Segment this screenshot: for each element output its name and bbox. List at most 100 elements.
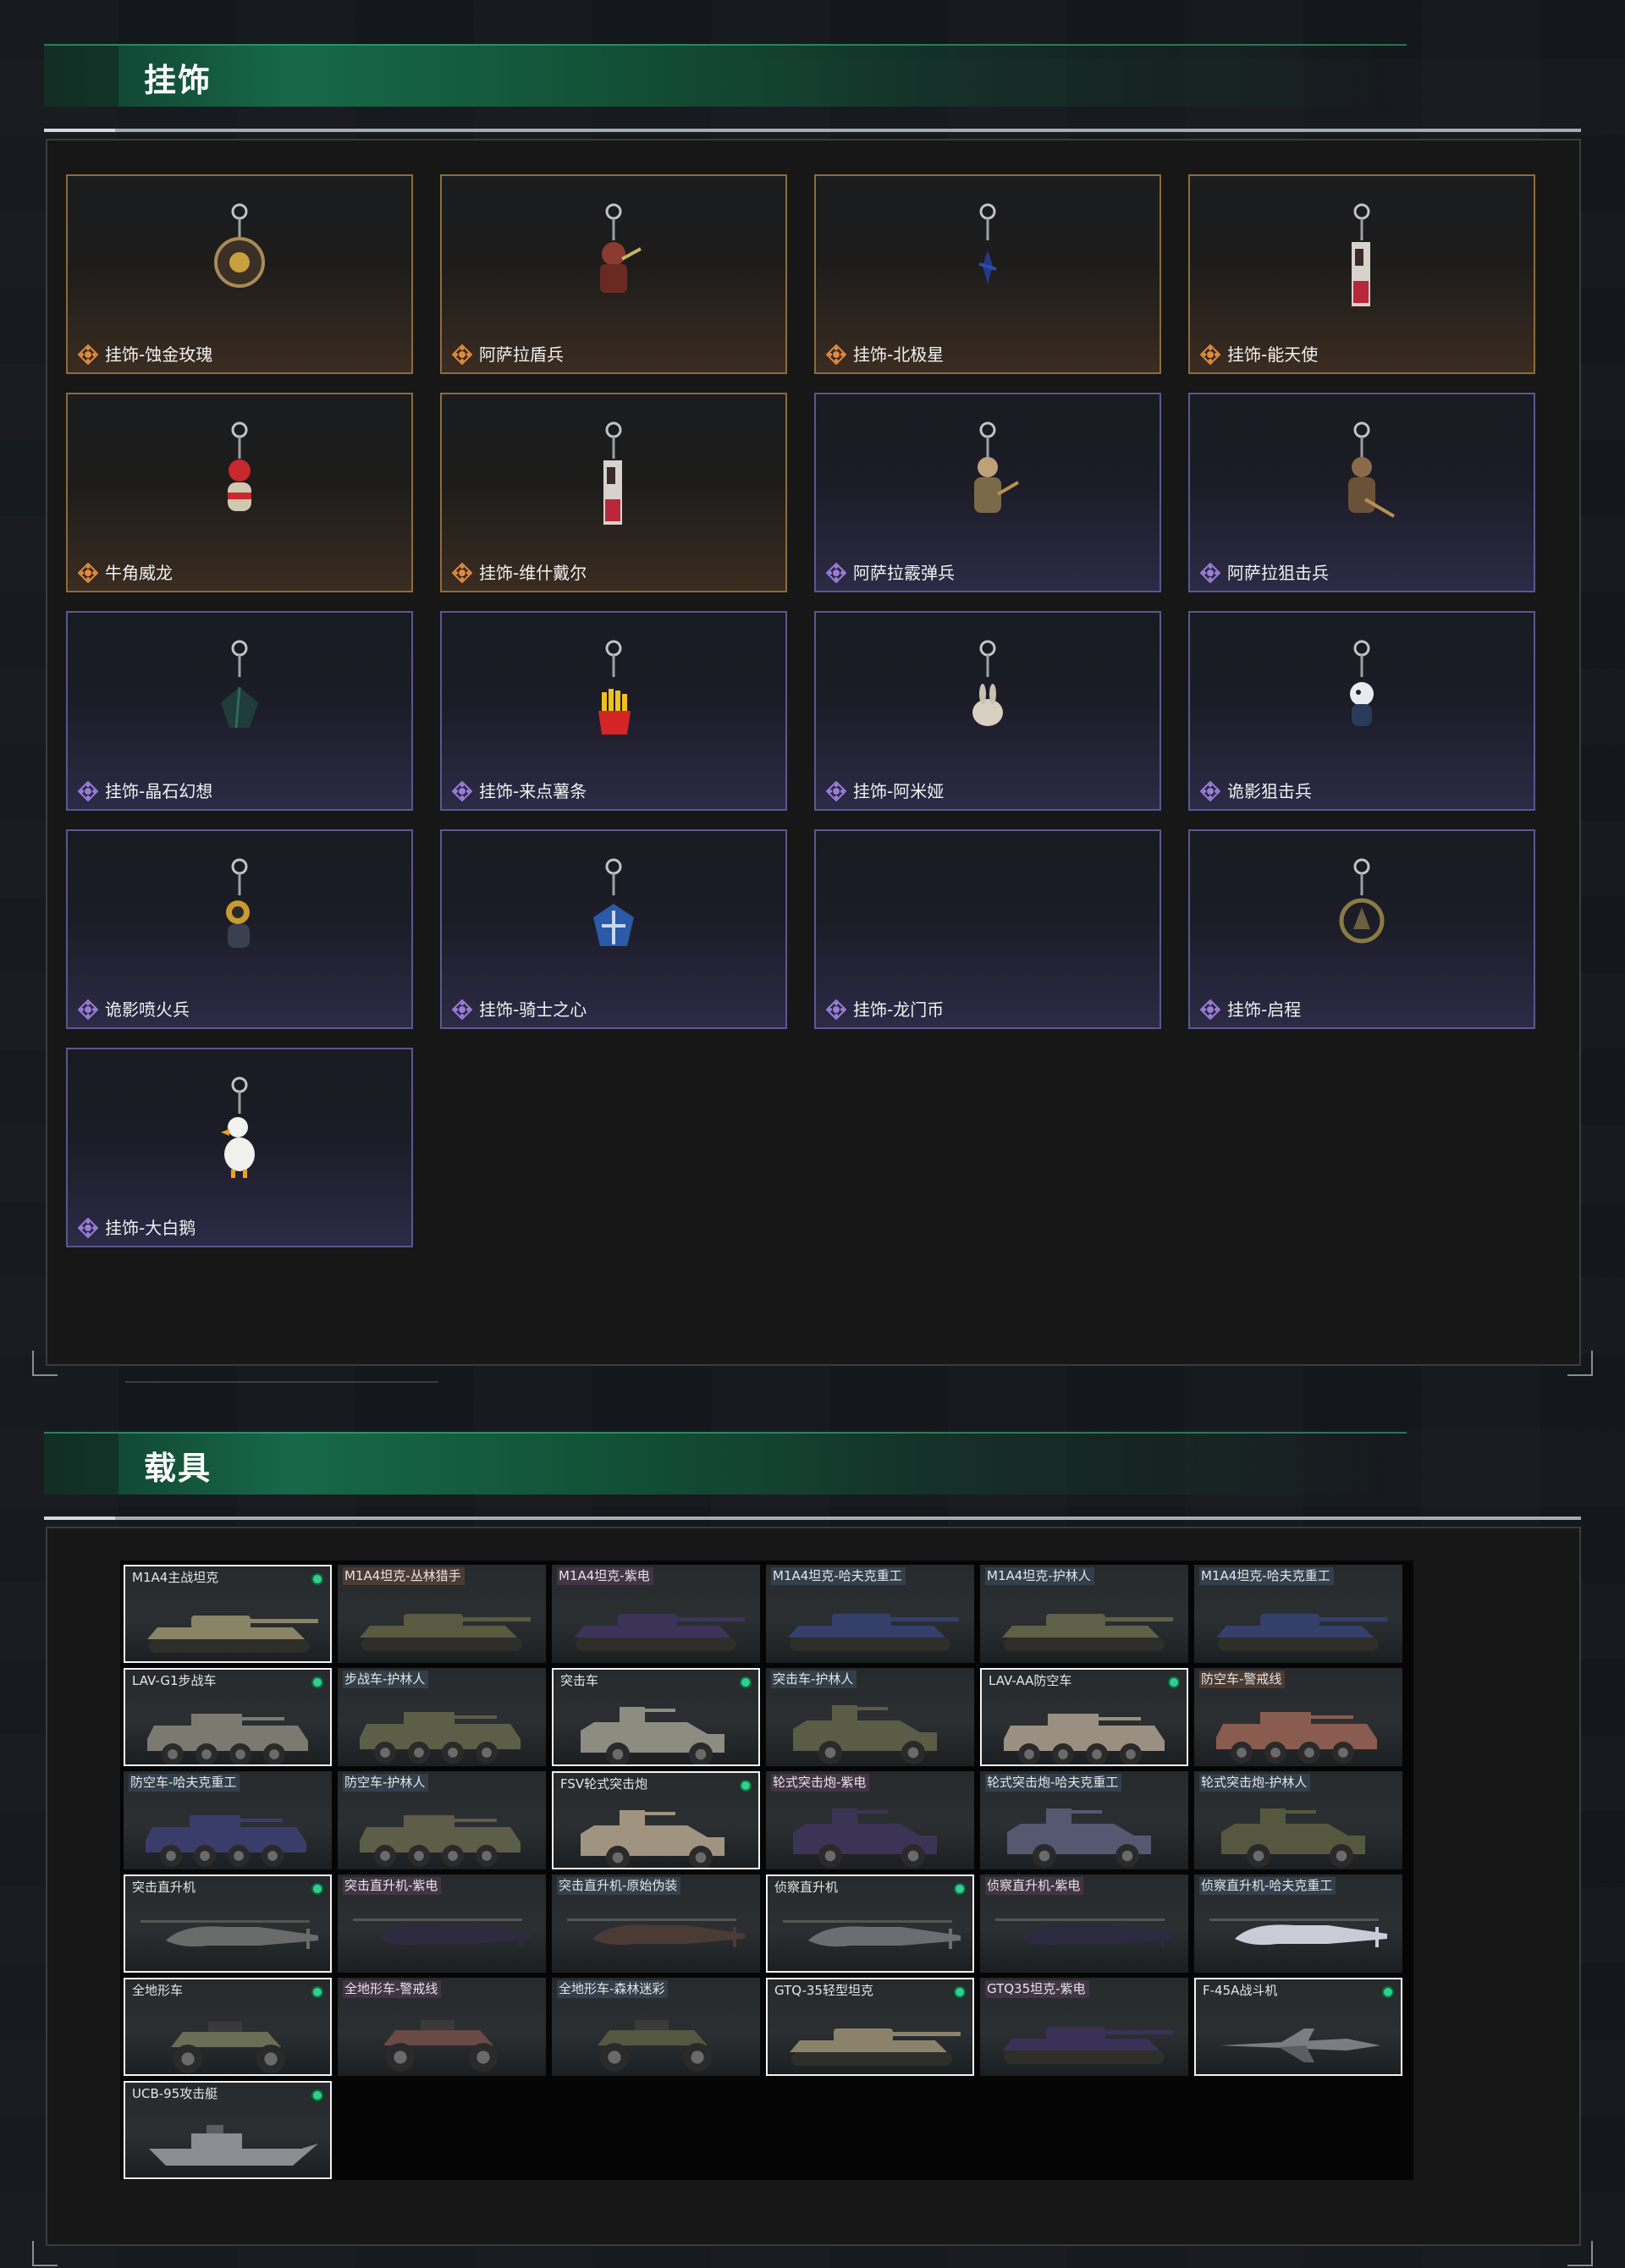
vehicle-cell[interactable]: 全地形车 xyxy=(124,1978,332,2076)
charm-card[interactable]: 阿萨拉霰弹兵 xyxy=(814,393,1161,592)
apc-vehicle-icon xyxy=(147,1714,308,1764)
tag-charm-icon xyxy=(1352,203,1370,306)
vehicle-name: LAV-G1步战车 xyxy=(132,1673,217,1688)
vehicle-name: M1A4坦克-哈夫克重工 xyxy=(1199,1567,1334,1585)
charm-card[interactable]: 挂饰-大白鹅 xyxy=(66,1048,413,1247)
vehicle-name: 防空车-护林人 xyxy=(343,1774,429,1792)
tank-vehicle-icon xyxy=(1216,1614,1387,1651)
vehicle-cell[interactable]: 轮式突击炮-哈夫克重工 xyxy=(980,1771,1188,1869)
apc-vehicle-icon xyxy=(146,1815,306,1867)
panel-corner xyxy=(1567,2241,1593,2266)
vehicle-cell[interactable]: M1A4坦克-哈夫克重工 xyxy=(766,1565,974,1663)
rarity-purple-icon xyxy=(1199,562,1221,584)
vehicle-cell[interactable]: F-45A战斗机 xyxy=(1194,1978,1402,2076)
tank-vehicle-icon xyxy=(1002,2027,1173,2064)
vehicle-cell[interactable]: UCB-95攻击艇 xyxy=(124,2081,332,2179)
vehicle-cell[interactable]: 突击车-护林人 xyxy=(766,1668,974,1766)
vehicle-name: 全地形车 xyxy=(132,1983,184,1998)
vehicle-cell[interactable]: 防空车-护林人 xyxy=(338,1771,546,1869)
charm-name: 挂饰-龙门币 xyxy=(853,999,945,1020)
tank-vehicle-icon xyxy=(790,2029,961,2066)
owned-indicator-icon xyxy=(311,1986,323,1998)
vehicle-cell[interactable]: 防空车-警戒线 xyxy=(1194,1668,1402,1766)
charm-card[interactable]: 诡影喷火兵 xyxy=(66,829,413,1029)
charm-name: 阿萨拉霰弹兵 xyxy=(853,563,955,583)
vehicle-cell[interactable]: GTQ35坦克-紫电 xyxy=(980,1978,1188,2076)
charm-name: 牛角威龙 xyxy=(105,563,173,583)
charms-panel: 挂饰-蚀金玫瑰 阿萨拉盾兵 挂饰-北极星 挂饰-能天使牛角威龙 挂饰-维什戴尔 阿萨拉霰弹… xyxy=(46,139,1581,1366)
rarity-purple-icon xyxy=(451,999,473,1021)
star-charm-icon xyxy=(978,203,997,284)
vehicle-cell[interactable]: 突击车 xyxy=(552,1668,760,1766)
vehicle-name: F-45A战斗机 xyxy=(1203,1983,1278,1998)
charm-card[interactable]: 挂饰-阿米娅 xyxy=(814,611,1161,811)
charm-card[interactable]: 挂饰-龙门币 xyxy=(814,829,1161,1029)
charm-card[interactable]: 挂饰-启程 xyxy=(1188,829,1535,1029)
charm-card[interactable]: 挂饰-北极星 xyxy=(814,174,1161,374)
charm-card[interactable]: 诡影狙击兵 xyxy=(1188,611,1535,811)
vehicle-cell[interactable]: M1A4坦克-紫电 xyxy=(552,1565,760,1663)
charm-card[interactable]: 挂饰-晶石幻想 xyxy=(66,611,413,811)
vehicle-cell[interactable]: 防空车-哈夫克重工 xyxy=(124,1771,332,1869)
vehicle-cell[interactable]: M1A4坦克-哈夫克重工 xyxy=(1194,1565,1402,1663)
rarity-purple-icon xyxy=(825,780,847,802)
vehicle-name: 防空车-警戒线 xyxy=(1199,1671,1286,1688)
vehicle-cell[interactable]: 全地形车-警戒线 xyxy=(338,1978,546,2076)
vehicle-cell[interactable]: LAV-G1步战车 xyxy=(124,1668,332,1766)
vehicles-section-title: 载具 xyxy=(144,1450,212,1487)
vehicle-cell[interactable]: FSV轮式突击炮 xyxy=(552,1771,760,1869)
jeep-vehicle-icon xyxy=(1221,1808,1365,1868)
header-stub xyxy=(44,1434,118,1495)
vehicle-name: 侦察直升机-哈夫克重工 xyxy=(1199,1877,1336,1895)
charms-section-title: 挂饰 xyxy=(144,62,212,99)
vehicle-cell[interactable]: 轮式突击炮-护林人 xyxy=(1194,1771,1402,1869)
vehicle-cell[interactable]: 步战车-护林人 xyxy=(338,1668,546,1766)
rarity-gold-icon xyxy=(1199,344,1221,366)
charm-card[interactable]: 挂饰-蚀金玫瑰 xyxy=(66,174,413,374)
boat-vehicle-icon xyxy=(149,2125,318,2166)
owned-indicator-icon xyxy=(311,1676,323,1688)
vehicles-divider xyxy=(44,1517,1581,1520)
charm-card[interactable]: 牛角威龙 xyxy=(66,393,413,592)
header-stub xyxy=(44,46,118,107)
charm-card[interactable]: 阿萨拉狙击兵 xyxy=(1188,393,1535,592)
fries-charm-icon xyxy=(598,640,631,735)
charm-card[interactable]: 挂饰-维什戴尔 xyxy=(440,393,787,592)
atv-vehicle-icon xyxy=(598,2020,712,2072)
heli-vehicle-icon xyxy=(567,1918,745,1947)
vehicle-cell[interactable]: 侦察直升机-紫电 xyxy=(980,1874,1188,1973)
charm-card[interactable]: 挂饰-能天使 xyxy=(1188,174,1535,374)
vehicle-cell[interactable]: 全地形车-森林迷彩 xyxy=(552,1978,760,2076)
owned-indicator-icon xyxy=(740,1780,752,1792)
vehicle-name: FSV轮式突击炮 xyxy=(560,1776,648,1792)
vehicle-cell[interactable]: LAV-AA防空车 xyxy=(980,1668,1188,1766)
vehicle-cell[interactable]: 侦察直升机-哈夫克重工 xyxy=(1194,1874,1402,1973)
owned-indicator-icon xyxy=(740,1676,752,1688)
charm-card[interactable]: 挂饰-骑士之心 xyxy=(440,829,787,1029)
charm-card[interactable]: 阿萨拉盾兵 xyxy=(440,174,787,374)
charm-name: 挂饰-大白鹅 xyxy=(105,1218,196,1238)
vehicle-cell[interactable]: 突击直升机-紫电 xyxy=(338,1874,546,1973)
vehicle-name: 突击直升机 xyxy=(132,1880,196,1895)
rarity-purple-icon xyxy=(451,780,473,802)
jeep-vehicle-icon xyxy=(793,1705,937,1764)
apc-vehicle-icon xyxy=(360,1815,521,1867)
vehicle-cell[interactable]: 突击直升机 xyxy=(124,1874,332,1973)
flamer-figure-charm-icon xyxy=(226,858,250,948)
vehicle-cell[interactable]: GTQ-35轻型坦克 xyxy=(766,1978,974,2076)
charm-card[interactable]: 挂饰-来点薯条 xyxy=(440,611,787,811)
owned-indicator-icon xyxy=(311,1883,323,1895)
panel-corner xyxy=(1567,1351,1593,1376)
vehicle-name: 步战车-护林人 xyxy=(343,1671,429,1688)
vehicle-cell[interactable]: 突击直升机-原始伪装 xyxy=(552,1874,760,1973)
jeep-vehicle-icon xyxy=(581,1707,724,1764)
rarity-gold-icon xyxy=(451,562,473,584)
vehicle-name: 侦察直升机 xyxy=(774,1880,839,1895)
vehicle-cell[interactable]: M1A4主战坦克 xyxy=(124,1565,332,1663)
vehicle-cell[interactable]: M1A4坦克-护林人 xyxy=(980,1565,1188,1663)
vehicle-cell[interactable]: M1A4坦克-丛林猎手 xyxy=(338,1565,546,1663)
vehicle-cell[interactable]: 轮式突击炮-紫电 xyxy=(766,1771,974,1869)
vehicle-cell[interactable]: 侦察直升机 xyxy=(766,1874,974,1973)
heli-vehicle-icon xyxy=(783,1920,961,1949)
heli-vehicle-icon xyxy=(995,1918,1173,1947)
